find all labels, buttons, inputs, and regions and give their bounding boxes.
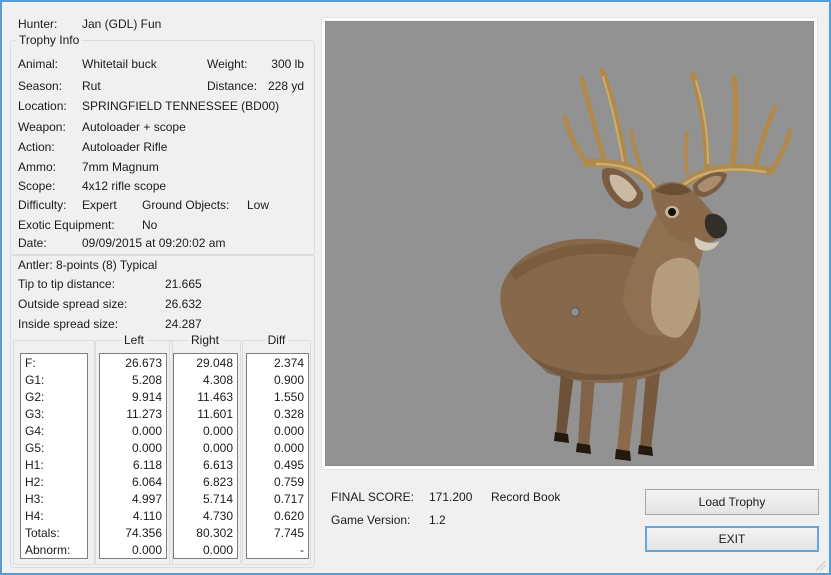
action-value: Autoloader Rifle	[82, 140, 167, 154]
action-label: Action:	[18, 140, 55, 154]
hunter-label: Hunter:	[18, 17, 57, 31]
distance-value: 228 yd	[242, 79, 304, 93]
animal-value: Whitetail buck	[82, 57, 157, 71]
exit-button[interactable]: EXIT	[645, 526, 819, 552]
trophy-deer-image	[325, 21, 814, 466]
measure-row-labels-list[interactable]: F: G1: G2: G3: G4: G5: H1: H2: H3: H4: T…	[20, 353, 88, 559]
animal-label: Animal:	[18, 57, 58, 71]
tip-to-tip-label: Tip to tip distance:	[18, 277, 115, 291]
trophy-info-title: Trophy Info	[16, 33, 82, 47]
date-value: 09/09/2015 at 09:20:02 am	[82, 236, 225, 250]
difficulty-value: Expert	[82, 198, 117, 212]
weapon-label: Weapon:	[18, 120, 66, 134]
tip-to-tip-value: 21.665	[165, 277, 202, 291]
date-label: Date:	[18, 236, 47, 250]
weight-value: 300 lb	[242, 57, 304, 71]
ammo-label: Ammo:	[18, 160, 56, 174]
ammo-value: 7mm Magnum	[82, 160, 159, 174]
final-score-value: 171.200	[429, 490, 472, 504]
diff-values-list[interactable]: 2.374 0.900 1.550 0.328 0.000 0.000 0.49…	[246, 353, 309, 559]
exotic-equipment-label: Exotic Equipment:	[18, 218, 115, 232]
location-value: SPRINGFIELD TENNESSEE (BD00)	[82, 99, 279, 113]
scope-value: 4x12 rifle scope	[82, 179, 166, 193]
left-column-header: Left	[121, 333, 147, 347]
scope-label: Scope:	[18, 179, 55, 193]
location-label: Location:	[18, 99, 67, 113]
outside-spread-label: Outside spread size:	[18, 297, 127, 311]
weapon-value: Autoloader + scope	[82, 120, 186, 134]
hunter-value: Jan (GDL) Fun	[82, 17, 161, 31]
final-score-label: FINAL SCORE:	[331, 490, 414, 504]
difficulty-label: Difficulty:	[18, 198, 66, 212]
ground-objects-label: Ground Objects:	[142, 198, 229, 212]
inside-spread-label: Inside spread size:	[18, 317, 118, 331]
game-version-label: Game Version:	[331, 513, 410, 527]
load-trophy-button[interactable]: Load Trophy	[645, 489, 819, 515]
left-values-list[interactable]: 26.673 5.208 9.914 11.273 0.000 0.000 6.…	[99, 353, 167, 559]
resize-grip[interactable]	[816, 561, 826, 571]
exotic-equipment-value: No	[142, 218, 157, 232]
trophy-viewer-window: Hunter: Jan (GDL) Fun Trophy Info Animal…	[0, 0, 831, 575]
trophy-3d-viewport[interactable]	[322, 18, 817, 469]
record-book-label: Record Book	[491, 490, 560, 504]
season-value: Rut	[82, 79, 101, 93]
right-values-list[interactable]: 29.048 4.308 11.463 11.601 0.000 0.000 6…	[173, 353, 238, 559]
diff-column-header: Diff	[265, 333, 289, 347]
inside-spread-value: 24.287	[165, 317, 202, 331]
ground-objects-value: Low	[247, 198, 269, 212]
right-column-header: Right	[188, 333, 222, 347]
season-label: Season:	[18, 79, 62, 93]
outside-spread-value: 26.632	[165, 297, 202, 311]
game-version-value: 1.2	[429, 513, 446, 527]
antler-summary: Antler: 8-points (8) Typical	[18, 258, 157, 272]
